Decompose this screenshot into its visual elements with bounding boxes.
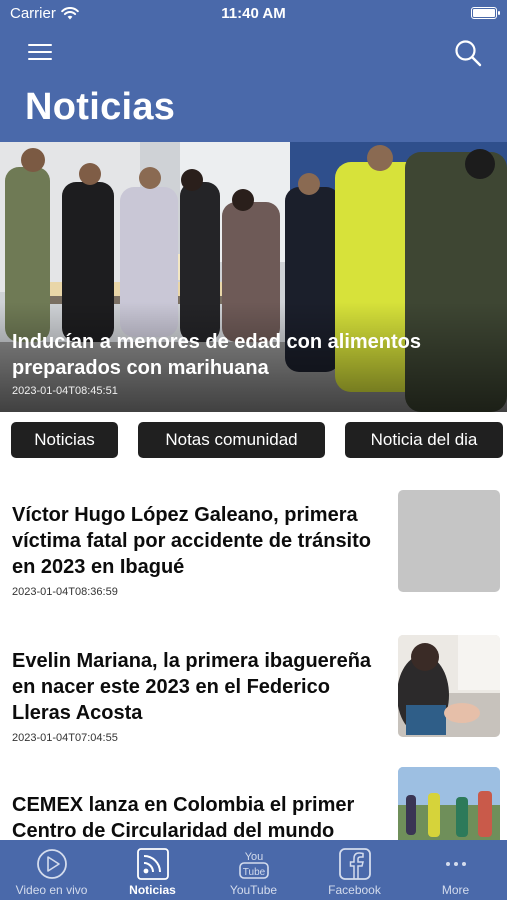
header: Carrier 11:40 AM Noticias (0, 0, 507, 142)
play-circle-icon (37, 849, 67, 879)
chip-noticia-del-dia[interactable]: Noticia del dia (345, 422, 503, 458)
svg-text:You: You (245, 851, 264, 863)
page-title: Noticias (25, 86, 176, 128)
tab-bar: Video en vivo Noticias You Tube YouTube … (0, 840, 507, 900)
newborn-photo (398, 635, 500, 737)
rss-feed-icon (137, 848, 169, 880)
search-icon[interactable] (453, 38, 483, 68)
article-item[interactable]: Evelin Mariana, la primera ibaguereña en… (0, 634, 507, 744)
more-dots-icon (446, 862, 466, 866)
chip-noticias[interactable]: Noticias (11, 422, 118, 458)
tab-noticias[interactable]: Noticias (102, 840, 203, 900)
article-date: 2023-01-04T08:36:59 (12, 586, 118, 598)
status-time: 11:40 AM (221, 5, 286, 22)
tab-label: Facebook (328, 883, 381, 897)
article-item[interactable]: Víctor Hugo López Galeano, primera vícti… (0, 488, 507, 598)
tab-label: Video en vivo (15, 883, 88, 897)
youtube-icon: You Tube (239, 851, 269, 879)
svg-text:Tube: Tube (243, 867, 266, 878)
hamburger-menu-icon[interactable] (28, 42, 52, 62)
hero-title[interactable]: Inducían a menores de edad con alimentos… (12, 329, 482, 381)
tab-label: Noticias (129, 883, 176, 897)
tab-label: YouTube (229, 883, 278, 897)
article-thumbnail (398, 490, 500, 592)
chip-notas-comunidad[interactable]: Notas comunidad (138, 422, 325, 458)
tab-facebook[interactable]: Facebook (304, 840, 405, 900)
facebook-icon (339, 848, 371, 880)
article-thumbnail (398, 635, 500, 737)
article-item[interactable]: CEMEX lanza en Colombia el primer Centro… (0, 766, 507, 869)
article-title[interactable]: Evelin Mariana, la primera ibaguereña en… (12, 648, 387, 726)
tab-video-en-vivo[interactable]: Video en vivo (1, 840, 102, 900)
tab-label: More (441, 883, 470, 897)
status-bar: Carrier 11:40 AM (0, 0, 507, 28)
tab-more[interactable]: More (405, 840, 506, 900)
article-title[interactable]: Víctor Hugo López Galeano, primera vícti… (12, 502, 387, 580)
battery-icon (471, 7, 500, 19)
hero-date: 2023-01-04T08:45:51 (12, 385, 118, 397)
category-chips: Noticias Notas comunidad Noticia del dia (0, 422, 507, 458)
article-title[interactable]: CEMEX lanza en Colombia el primer Centro… (12, 792, 387, 844)
hero-article[interactable]: Inducían a menores de edad con alimentos… (0, 142, 507, 412)
tab-youtube[interactable]: You Tube YouTube (203, 840, 304, 900)
article-date: 2023-01-04T07:04:55 (12, 732, 118, 744)
